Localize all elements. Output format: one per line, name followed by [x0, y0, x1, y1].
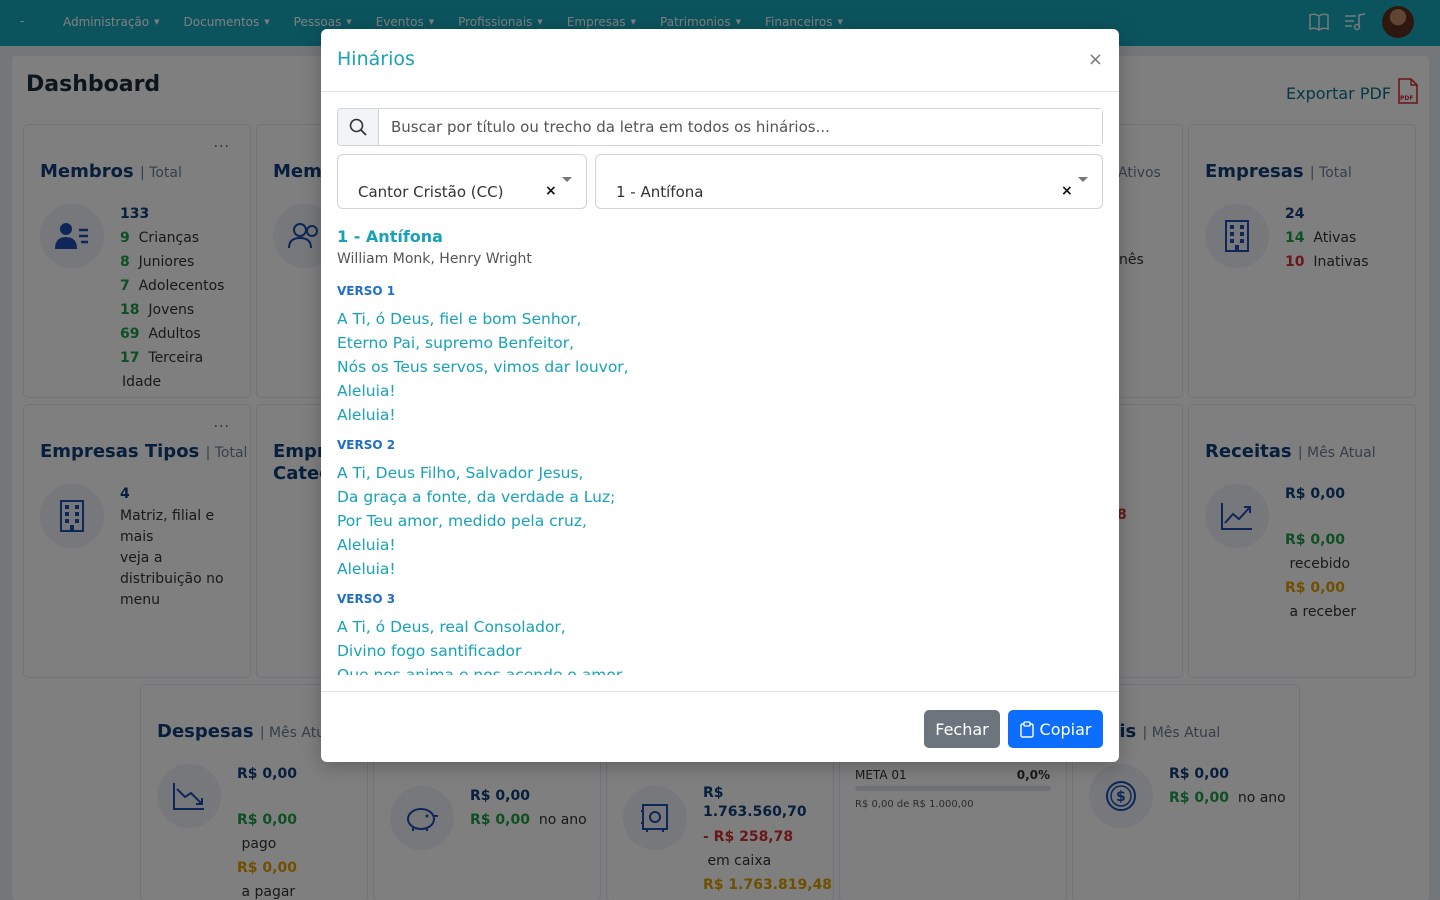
hymn-author: William Monk, Henry Wright	[337, 251, 532, 267]
verse-block: VERSO 1 A Ti, ó Deus, fiel e bom Senhor, E…	[337, 283, 1103, 427]
verse-block: VERSO 3 A Ti, ó Deus, real Consolador, Div…	[337, 591, 1103, 675]
hymn-lyrics-scroll[interactable]: 1 - Antífona William Monk, Henry Wright …	[337, 225, 1103, 675]
search-icon	[338, 109, 379, 145]
verse-line: Da graça a fonte, da verdade a Luz;	[337, 488, 616, 506]
verse-label: VERSO 3	[337, 592, 396, 606]
verse-line: Aleluia!	[337, 382, 396, 400]
hymn-search	[337, 108, 1103, 146]
verse-line: Por Teu amor, medido pela cruz,	[337, 512, 587, 530]
verse-label: VERSO 1	[337, 284, 396, 298]
verse-line: Que nos anima e nos acende o amor,	[337, 666, 628, 675]
hymnal-select-value: Cantor Cristão (CC)	[358, 183, 504, 201]
verse-line: A Ti, ó Deus, fiel e bom Senhor,	[337, 310, 582, 328]
hymn-title: 1 - Antífona	[337, 227, 443, 246]
hymnal-select[interactable]: Cantor Cristão (CC) ×	[337, 154, 587, 209]
copy-button-label: Copiar	[1039, 719, 1092, 739]
hymn-select-value: 1 - Antífona	[616, 183, 704, 201]
verse-line: A Ti, ó Deus, real Consolador,	[337, 618, 566, 636]
verse-line: Eterno Pai, supremo Benfeitor,	[337, 334, 575, 352]
verse-line: Aleluia!	[337, 406, 396, 424]
verse-block: VERSO 2 A Ti, Deus Filho, Salvador Jesus,…	[337, 437, 1103, 581]
modal-title: Hinários	[337, 48, 415, 70]
chevron-down-icon[interactable]	[1078, 177, 1088, 182]
close-button[interactable]: Fechar	[924, 710, 1000, 748]
chevron-down-icon[interactable]	[562, 177, 572, 182]
modal-header: Hinários ×	[321, 29, 1119, 92]
hymnal-clear-icon[interactable]: ×	[545, 183, 557, 199]
verse-line: Nós os Teus servos, vimos dar louvor,	[337, 358, 629, 376]
verse-line: Divino fogo santificador	[337, 642, 522, 660]
close-icon[interactable]: ×	[1088, 49, 1103, 70]
hymn-select[interactable]: 1 - Antífona ×	[595, 154, 1103, 209]
hymn-clear-icon[interactable]: ×	[1061, 183, 1073, 199]
copy-button[interactable]: Copiar	[1008, 710, 1103, 748]
verse-line: Aleluia!	[337, 560, 396, 578]
hinarios-modal: Hinários × Cantor Cristão (CC) × 1 - Ant…	[321, 29, 1119, 762]
clipboard-icon	[1019, 720, 1034, 738]
search-input[interactable]	[379, 109, 1102, 145]
verse-label: VERSO 2	[337, 438, 396, 452]
verses-list: VERSO 1 A Ti, ó Deus, fiel e bom Senhor, E…	[337, 283, 1103, 675]
modal-footer: Fechar Copiar	[321, 691, 1119, 762]
verse-line: Aleluia!	[337, 536, 396, 554]
verse-line: A Ti, Deus Filho, Salvador Jesus,	[337, 464, 584, 482]
